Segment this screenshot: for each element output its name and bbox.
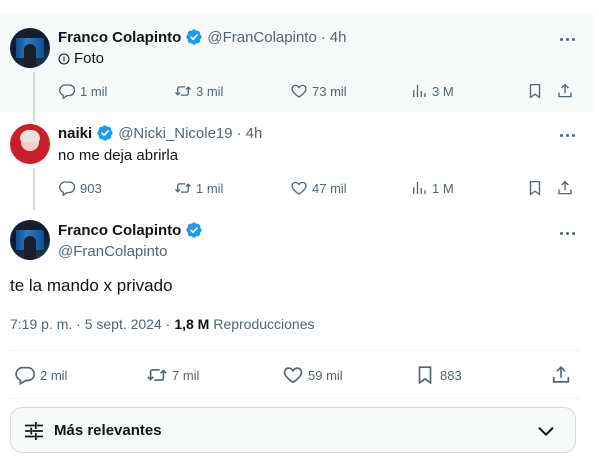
tweet-text: no me deja abrirla [58, 147, 179, 164]
divider [10, 350, 580, 351]
views-count: 1,8 M [174, 316, 210, 332]
bookmark-button[interactable] [526, 179, 544, 197]
share-icon [550, 364, 572, 386]
tweet-1[interactable]: Franco Colapinto @FranColapinto · 4h Fot… [0, 14, 594, 112]
author-name-row: Franco Colapinto [58, 221, 203, 239]
share-button[interactable] [556, 179, 574, 197]
share-button[interactable] [556, 82, 574, 100]
verified-badge-icon [185, 28, 203, 46]
verified-badge-icon [185, 221, 203, 239]
views-count: 1 M [432, 180, 454, 196]
thread-line [33, 112, 35, 122]
thread-line [33, 168, 35, 210]
views-count: 3 M [432, 83, 454, 99]
divider [10, 398, 580, 399]
more-options-icon[interactable] [558, 30, 576, 48]
tweet-time[interactable]: 4h [330, 29, 347, 46]
bookmark-count: 883 [440, 367, 462, 383]
sort-label: Más relevantes [54, 422, 162, 439]
bookmark-button[interactable]: 883 [414, 364, 462, 386]
retweet-icon [174, 82, 192, 100]
main-tweet-actions: 2 mil 7 mil 59 mil 883 [10, 364, 580, 388]
author-name[interactable]: Franco Colapinto [58, 222, 181, 239]
share-icon [556, 179, 574, 197]
tweet-2[interactable]: naiki @Nicki_Nicole19 · 4h no me deja ab… [0, 112, 594, 210]
retweet-count: 3 mil [196, 83, 224, 99]
author-name[interactable]: Franco Colapinto [58, 29, 181, 46]
reply-button[interactable]: 903 [58, 179, 102, 197]
retweet-button[interactable]: 7 mil [146, 364, 199, 386]
retweet-button[interactable]: 1 mil [174, 179, 223, 197]
main-tweet-text: te la mando x privado [10, 276, 173, 295]
tweet-meta: 7:19 p. m. · 5 sept. 2024 · 1,8 M Reprod… [10, 316, 315, 332]
reply-count: 903 [80, 180, 102, 196]
like-button[interactable]: 59 mil [282, 364, 343, 386]
retweet-count: 1 mil [196, 180, 224, 196]
separator: · [320, 28, 326, 46]
like-count: 73 mil [312, 83, 347, 99]
timestamp[interactable]: 7:19 p. m. · 5 sept. 2024 · [10, 316, 170, 332]
sliders-icon [24, 421, 44, 441]
verified-badge-icon [96, 124, 114, 142]
retweet-button[interactable]: 3 mil [174, 82, 223, 100]
heart-icon [282, 364, 304, 386]
like-count: 47 mil [312, 180, 347, 196]
retweet-count: 7 mil [172, 367, 200, 383]
views-button[interactable]: 3 M [410, 82, 454, 100]
avatar[interactable] [10, 220, 50, 260]
reply-count: 2 mil [40, 367, 68, 383]
share-button[interactable] [550, 364, 572, 386]
heart-icon [290, 179, 308, 197]
bookmark-icon [414, 364, 436, 386]
tweet-header: Franco Colapinto @FranColapinto · 4h [58, 28, 346, 46]
tweet-time[interactable]: 4h [246, 125, 263, 142]
views-icon [410, 82, 428, 100]
chevron-down-icon [538, 427, 554, 436]
info-circle-icon [58, 53, 70, 64]
share-icon [556, 82, 574, 100]
avatar[interactable] [10, 28, 50, 68]
reply-button[interactable]: 1 mil [58, 82, 107, 100]
more-options-icon[interactable] [558, 126, 576, 144]
tweet-actions: 1 mil 3 mil 73 mil 3 M [58, 82, 578, 102]
retweet-icon [174, 179, 192, 197]
reply-icon [14, 364, 36, 386]
author-name[interactable]: naiki [58, 125, 92, 142]
reply-icon [58, 82, 76, 100]
author-handle[interactable]: @FranColapinto [207, 29, 316, 46]
like-button[interactable]: 47 mil [290, 179, 347, 197]
views-icon [410, 179, 428, 197]
tweet-header: naiki @Nicki_Nicole19 · 4h [58, 124, 262, 142]
thread-line [33, 72, 35, 112]
like-count: 59 mil [308, 367, 343, 383]
separator: · [236, 124, 242, 142]
bookmark-icon [526, 82, 544, 100]
heart-icon [290, 82, 308, 100]
reply-button[interactable]: 2 mil [14, 364, 67, 386]
reply-count: 1 mil [80, 83, 108, 99]
bookmark-icon [526, 179, 544, 197]
like-button[interactable]: 73 mil [290, 82, 347, 100]
tweet-text: Foto [58, 50, 104, 67]
sort-replies-dropdown[interactable]: Más relevantes [10, 407, 576, 453]
main-tweet-header: Franco Colapinto @FranColapinto [0, 214, 594, 270]
views-button[interactable]: 1 M [410, 179, 454, 197]
retweet-icon [146, 364, 168, 386]
reply-icon [58, 179, 76, 197]
tweet-text-content: Foto [74, 50, 105, 67]
bookmark-button[interactable] [526, 82, 544, 100]
more-options-icon[interactable] [558, 224, 576, 242]
author-handle[interactable]: @Nicki_Nicole19 [118, 125, 232, 142]
author-handle[interactable]: @FranColapinto [58, 243, 167, 260]
tweet-actions: 903 1 mil 47 mil 1 M [58, 179, 578, 199]
views-label: Reproducciones [213, 316, 315, 332]
avatar[interactable] [10, 124, 50, 164]
